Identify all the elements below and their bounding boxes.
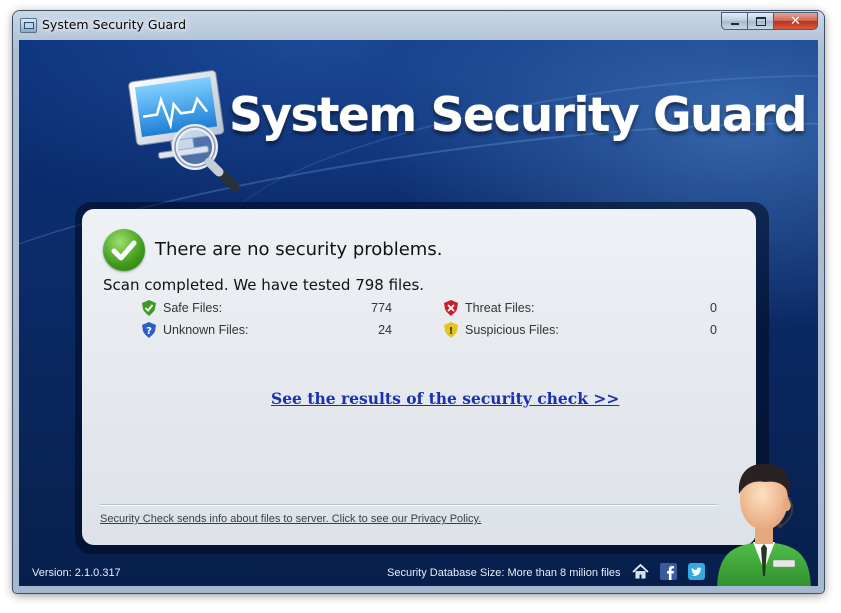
scan-results-panel: There are no security problems. Scan com… xyxy=(82,209,756,545)
app-icon[interactable] xyxy=(20,18,37,33)
stat-value: 0 xyxy=(710,301,717,315)
minimize-icon xyxy=(730,23,739,25)
privacy-policy-link[interactable]: Security Check sends info about files to… xyxy=(100,513,481,525)
support-agent-icon[interactable] xyxy=(709,452,818,586)
yellow-shield-exclamation-icon: ! xyxy=(444,322,458,338)
svg-text:?: ? xyxy=(146,326,152,337)
database-size-label: Security Database Size: More than 8 mili… xyxy=(387,567,621,579)
version-label: Version: 2.1.0.317 xyxy=(32,567,121,579)
footer-icons xyxy=(632,563,705,580)
stat-unknown-files: ? Unknown Files: 24 xyxy=(142,321,392,339)
stat-threat-files: Threat Files: 0 xyxy=(444,299,717,317)
client-area: System Security Guard There are no secur… xyxy=(19,40,818,586)
maximize-icon xyxy=(755,16,766,26)
home-icon[interactable] xyxy=(632,563,649,580)
checkmark-icon xyxy=(111,240,137,261)
window-title: System Security Guard xyxy=(42,17,187,32)
app-window: System Security Guard ✕ System Security … xyxy=(13,11,824,593)
stat-suspicious-files: ! Suspicious Files: 0 xyxy=(444,321,717,339)
svg-text:!: ! xyxy=(449,326,454,337)
title-bar[interactable]: System Security Guard ✕ xyxy=(13,11,824,41)
stat-label: Suspicious Files: xyxy=(465,323,559,337)
divider xyxy=(100,504,717,505)
app-logo-text: System Security Guard xyxy=(229,88,808,143)
close-button[interactable]: ✕ xyxy=(774,12,818,30)
blue-shield-question-icon: ? xyxy=(142,322,156,338)
caption-buttons: ✕ xyxy=(721,12,818,31)
twitter-icon[interactable] xyxy=(688,563,705,580)
stat-label: Safe Files: xyxy=(163,301,223,315)
success-check-icon xyxy=(103,229,145,271)
facebook-icon[interactable] xyxy=(660,563,677,580)
minimize-button[interactable] xyxy=(721,12,748,30)
scan-summary: Scan completed. We have tested 798 files… xyxy=(103,276,425,294)
see-results-link[interactable]: See the results of the security check >> xyxy=(271,389,619,408)
stat-label: Unknown Files: xyxy=(163,323,249,337)
stat-safe-files: Safe Files: 774 xyxy=(142,299,392,317)
maximize-button[interactable] xyxy=(748,12,774,30)
stat-label: Threat Files: xyxy=(465,301,535,315)
stat-value: 24 xyxy=(378,323,392,337)
red-shield-x-icon xyxy=(444,300,458,316)
stat-value: 0 xyxy=(710,323,717,337)
status-message: There are no security problems. xyxy=(155,239,443,260)
close-icon: ✕ xyxy=(790,13,801,29)
green-shield-check-icon xyxy=(142,300,156,316)
stat-value: 774 xyxy=(371,301,392,315)
